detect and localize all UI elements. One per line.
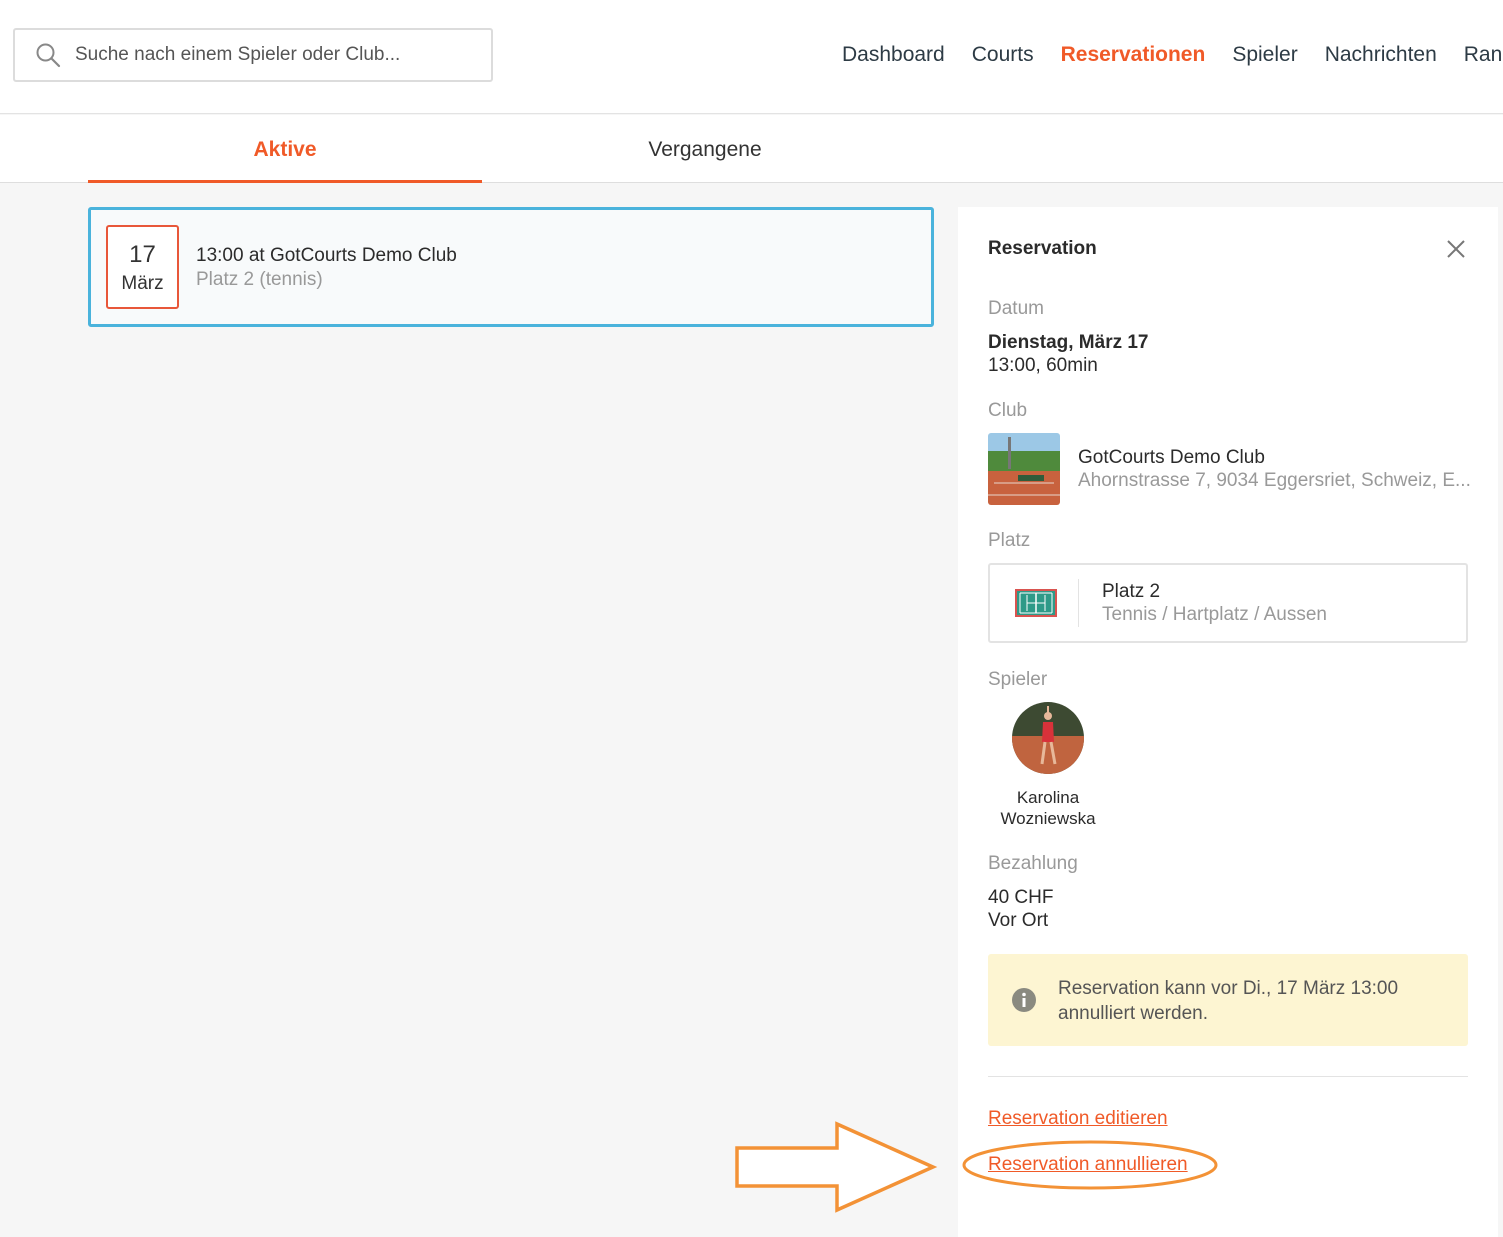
club-label: Club [988,400,1028,421]
player-avatar[interactable] [1012,702,1084,774]
tab-aktive[interactable]: Aktive [88,115,482,183]
player-name[interactable]: Karolina Wozniewska [988,787,1108,829]
court-type: Tennis / Hartplatz / Aussen [1102,604,1327,625]
court-label: Platz [988,530,1031,551]
reservation-detail-panel: Reservation Datum Dienstag, März 17 13:0… [958,207,1498,1237]
nav-rang[interactable]: Rang [1464,43,1503,67]
reservation-card[interactable]: 17 März 13:00 at GotCourts Demo Club Pla… [88,207,934,327]
search-input[interactable] [75,30,475,80]
court-name: Platz 2 [1102,581,1161,602]
time-value: 13:00, 60min [988,355,1098,376]
nav-dashboard[interactable]: Dashboard [842,43,945,67]
reservation-title: 13:00 at GotCourts Demo Club [196,245,457,266]
nav-courts[interactable]: Courts [972,43,1034,67]
player-first-name: Karolina [1016,788,1080,807]
panel-title: Reservation [988,238,1097,259]
edit-reservation-link[interactable]: Reservation editieren [988,1108,1168,1130]
tennis-court-icon [1015,589,1057,617]
reservation-tabs: Aktive Vergangene [0,115,1503,183]
court-card: Platz 2 Tennis / Hartplatz / Aussen [988,563,1468,643]
payment-label: Bezahlung [988,853,1078,874]
court-divider [1078,579,1079,627]
top-bar: Dashboard Courts Reservationen Spieler Nachr… [0,0,1503,114]
info-text: Reservation kann vor Di., 17 März 13:00 … [1058,978,1399,1024]
close-icon[interactable] [1446,239,1466,259]
club-address: Ahornstrasse 7, 9034 Eggersriet, Schweiz… [1078,470,1471,491]
info-icon [1012,988,1036,1012]
date-day: 17 [129,241,156,268]
tab-vergangene[interactable]: Vergangene [508,115,902,183]
club-image [988,433,1060,505]
payment-amount: 40 CHF [988,887,1054,908]
date-month: März [121,273,164,294]
panel-divider [988,1076,1468,1077]
reservation-subtitle: Platz 2 (tennis) [196,269,323,290]
player-last-name: Wozniewska [1000,809,1096,828]
search-icon [36,43,61,68]
player-label: Spieler [988,669,1048,690]
date-label: Datum [988,298,1044,319]
search-box[interactable] [13,28,493,82]
annotation-arrow-icon [735,1121,938,1213]
cancellation-info: Reservation kann vor Di., 17 März 13:00 … [988,954,1468,1046]
main-nav: Dashboard Courts Reservationen Spieler Nachr… [842,43,1503,67]
date-value: Dienstag, März 17 [988,332,1149,353]
club-name[interactable]: GotCourts Demo Club [1078,447,1265,469]
nav-spieler[interactable]: Spieler [1232,43,1297,67]
date-badge: 17 März [106,225,179,309]
nav-reservationen[interactable]: Reservationen [1061,43,1206,67]
nav-nachrichten[interactable]: Nachrichten [1325,43,1437,67]
payment-method: Vor Ort [988,910,1049,931]
annotation-ellipse [962,1140,1218,1190]
